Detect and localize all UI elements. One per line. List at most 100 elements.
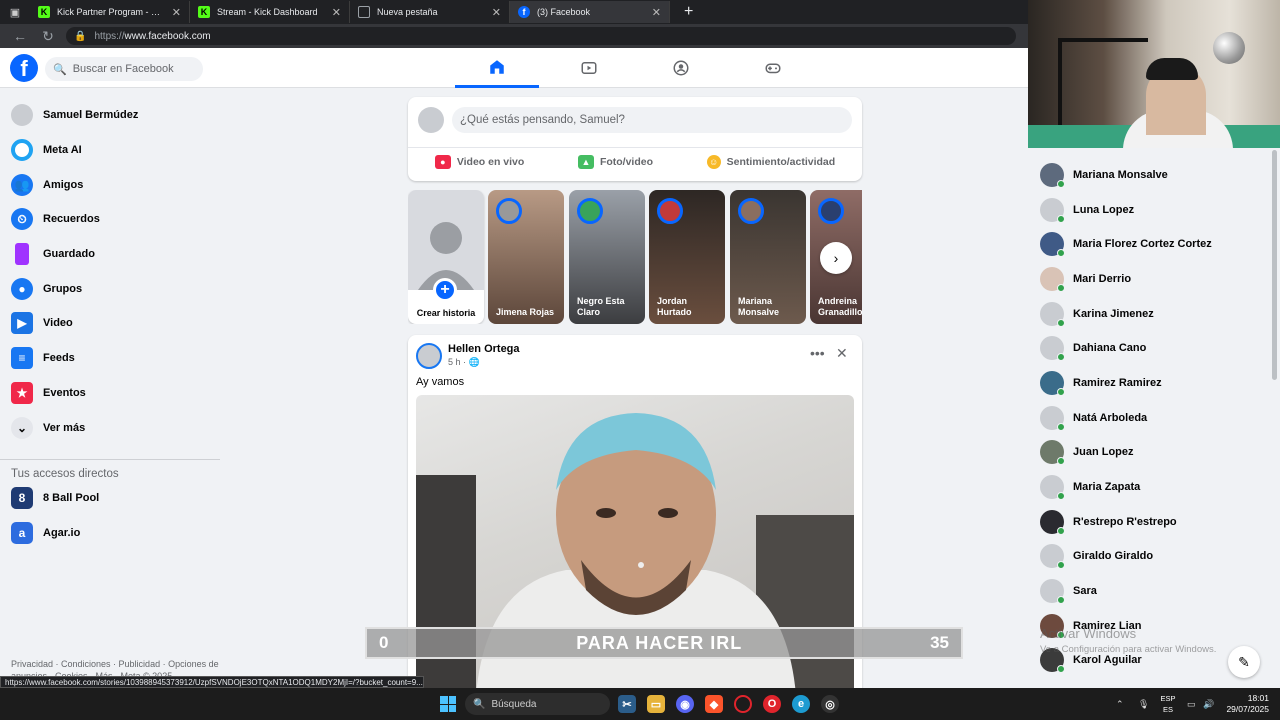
search-input[interactable]: 🔍 Buscar en Facebook xyxy=(45,57,203,81)
agario-icon: a xyxy=(11,521,33,544)
contact-item[interactable]: Ramirez Ramirez xyxy=(1040,368,1162,398)
post-author[interactable]: Hellen Ortega xyxy=(448,343,520,355)
add-story-icon: + xyxy=(433,278,457,302)
online-status-icon xyxy=(1057,319,1065,327)
window-menu-icon[interactable]: ▣ xyxy=(6,3,24,21)
opera-gx-icon[interactable] xyxy=(734,695,752,713)
story-card[interactable]: Negro Esta Claro xyxy=(569,190,645,324)
avatar xyxy=(657,198,683,224)
discord-icon[interactable]: ◉ xyxy=(676,695,694,713)
sidebar-item-feeds[interactable]: ≡ Feeds xyxy=(0,341,240,376)
goal-target: 35 xyxy=(930,633,949,652)
sidebar-item-groups[interactable]: ● Grupos xyxy=(0,271,240,306)
tab-home[interactable] xyxy=(455,48,539,88)
contact-item[interactable]: Juan Lopez xyxy=(1040,437,1134,467)
sidebar-item-events[interactable]: ★ Eventos xyxy=(0,376,240,411)
new-message-button[interactable]: ✎ xyxy=(1228,646,1260,678)
contacts-scrollbar[interactable] xyxy=(1272,150,1277,380)
sidebar-item-friends[interactable]: 👥 Amigos xyxy=(0,167,240,202)
sidebar-item-video[interactable]: ▶ Video xyxy=(0,306,240,341)
avatar xyxy=(1040,544,1065,569)
new-tab-button[interactable]: + xyxy=(684,3,693,21)
taskbar-search[interactable]: 🔍 Búsqueda xyxy=(465,693,610,715)
windows-start-icon[interactable] xyxy=(440,696,456,712)
edge-icon[interactable]: e xyxy=(792,695,810,713)
microphone-icon[interactable]: 🎙 xyxy=(1138,688,1149,720)
avatar xyxy=(1040,510,1065,535)
tab-groups[interactable] xyxy=(639,48,723,88)
online-status-icon xyxy=(1057,180,1065,188)
tab-new-tab[interactable]: Nueva pestaña ✕ xyxy=(350,1,510,23)
taskbar-clock[interactable]: 18:01 29/07/2025 xyxy=(1225,693,1269,715)
contact-item[interactable]: Dahiana Cano xyxy=(1040,333,1146,363)
close-tab-icon[interactable]: ✕ xyxy=(172,6,181,19)
online-status-icon xyxy=(1057,527,1065,535)
contact-item[interactable]: Sara xyxy=(1040,576,1097,606)
composer-input[interactable]: ¿Qué estás pensando, Samuel? xyxy=(452,107,852,133)
obs-icon[interactable]: ◎ xyxy=(821,695,839,713)
story-card[interactable]: Jordan Hurtado xyxy=(649,190,725,324)
sidebar-item-saved[interactable]: Guardado xyxy=(0,237,240,272)
avatar-icon xyxy=(11,104,33,127)
windows-taskbar: 🔍 Búsqueda ✂ ▭ ◉ ◆ O e ◎ ⌃ 🎙 ESP ES ▭ 🔊 … xyxy=(0,688,1280,720)
file-explorer-icon[interactable]: ▭ xyxy=(647,695,665,713)
tray-chevron-icon[interactable]: ⌃ xyxy=(1116,688,1124,720)
contact-item[interactable]: Luna Lopez xyxy=(1040,195,1134,225)
photo-video-button[interactable]: ▲ Foto/video xyxy=(577,154,653,169)
opera-icon[interactable]: O xyxy=(763,695,781,713)
tab-video[interactable] xyxy=(547,48,631,88)
back-icon[interactable]: ← xyxy=(12,28,28,44)
more-options-icon[interactable]: ••• xyxy=(810,345,825,361)
tab-kick-partner[interactable]: K Kick Partner Program - Kick Dash ✕ xyxy=(30,1,190,23)
sidebar-item-memories[interactable]: ⏲ Recuerdos xyxy=(0,202,240,237)
online-status-icon xyxy=(1057,457,1065,465)
tab-facebook[interactable]: f (3) Facebook ✕ xyxy=(510,1,670,23)
live-video-button[interactable]: ● Video en vivo xyxy=(434,154,524,169)
feeling-activity-button[interactable]: ☺ Sentimiento/actividad xyxy=(706,154,835,169)
sidebar-item-see-more[interactable]: ⌄ Ver más xyxy=(0,410,240,445)
tab-kick-stream[interactable]: K Stream - Kick Dashboard ✕ xyxy=(190,1,350,23)
close-tab-icon[interactable]: ✕ xyxy=(492,6,501,19)
sidebar-item-profile[interactable]: Samuel Bermúdez xyxy=(0,98,240,133)
close-tab-icon[interactable]: ✕ xyxy=(332,6,341,19)
facebook-logo-icon[interactable]: f xyxy=(10,54,38,82)
contact-item[interactable]: Karina Jimenez xyxy=(1040,299,1154,329)
avatar xyxy=(1040,579,1065,604)
sidebar-item-meta-ai[interactable]: Meta AI xyxy=(0,133,240,168)
avatar xyxy=(577,198,603,224)
avatar[interactable] xyxy=(416,343,442,369)
contact-item[interactable]: Mariana Monsalve xyxy=(1040,160,1168,190)
story-card[interactable]: Mariana Monsalve xyxy=(730,190,806,324)
brave-icon[interactable]: ◆ xyxy=(705,695,723,713)
volume-icon[interactable]: 🔊 xyxy=(1203,688,1214,720)
url-input[interactable]: 🔒 https://www.facebook.com xyxy=(66,27,1016,45)
contact-item[interactable]: Natá Arboleda xyxy=(1040,403,1147,433)
avatar[interactable] xyxy=(418,107,444,133)
online-status-icon xyxy=(1057,249,1065,257)
friends-icon: 👥 xyxy=(11,173,33,196)
contact-item[interactable]: Maria Zapata xyxy=(1040,472,1140,502)
contact-item[interactable]: Maria Florez Cortez Cortez xyxy=(1040,229,1212,259)
contact-item[interactable]: Giraldo Giraldo xyxy=(1040,541,1153,571)
close-icon[interactable]: ✕ xyxy=(836,345,848,362)
groups-icon: ● xyxy=(11,277,33,300)
story-card[interactable]: Jimena Rojas xyxy=(488,190,564,324)
contact-item[interactable]: Mari Derrio xyxy=(1040,264,1131,294)
left-sidebar: Samuel Bermúdez Meta AI 👥 Amigos ⏲ Recue… xyxy=(0,98,240,550)
language-indicator[interactable]: ESP ES xyxy=(1158,693,1178,715)
post-time[interactable]: 5 h · 🌐 xyxy=(448,357,480,368)
reload-icon[interactable]: ↻ xyxy=(40,28,56,45)
create-story-card[interactable]: + Crear historia xyxy=(408,190,484,324)
contacts-list: Mariana Monsalve Luna Lopez Maria Florez… xyxy=(1028,148,1280,688)
compose-icon: ✎ xyxy=(1238,653,1250,670)
stories-next-button[interactable]: › xyxy=(820,242,852,274)
tab-gaming[interactable] xyxy=(731,48,815,88)
network-icon[interactable]: ▭ xyxy=(1187,688,1196,720)
shortcut-agario[interactable]: a Agar.io xyxy=(0,516,240,551)
close-tab-icon[interactable]: ✕ xyxy=(652,6,661,19)
capcut-icon[interactable]: ✂ xyxy=(618,695,636,713)
contact-item[interactable]: R'estrepo R'estrepo xyxy=(1040,507,1177,537)
online-status-icon xyxy=(1057,284,1065,292)
shortcut-8-ball-pool[interactable]: 8 8 Ball Pool xyxy=(0,481,240,516)
online-status-icon xyxy=(1057,423,1065,431)
